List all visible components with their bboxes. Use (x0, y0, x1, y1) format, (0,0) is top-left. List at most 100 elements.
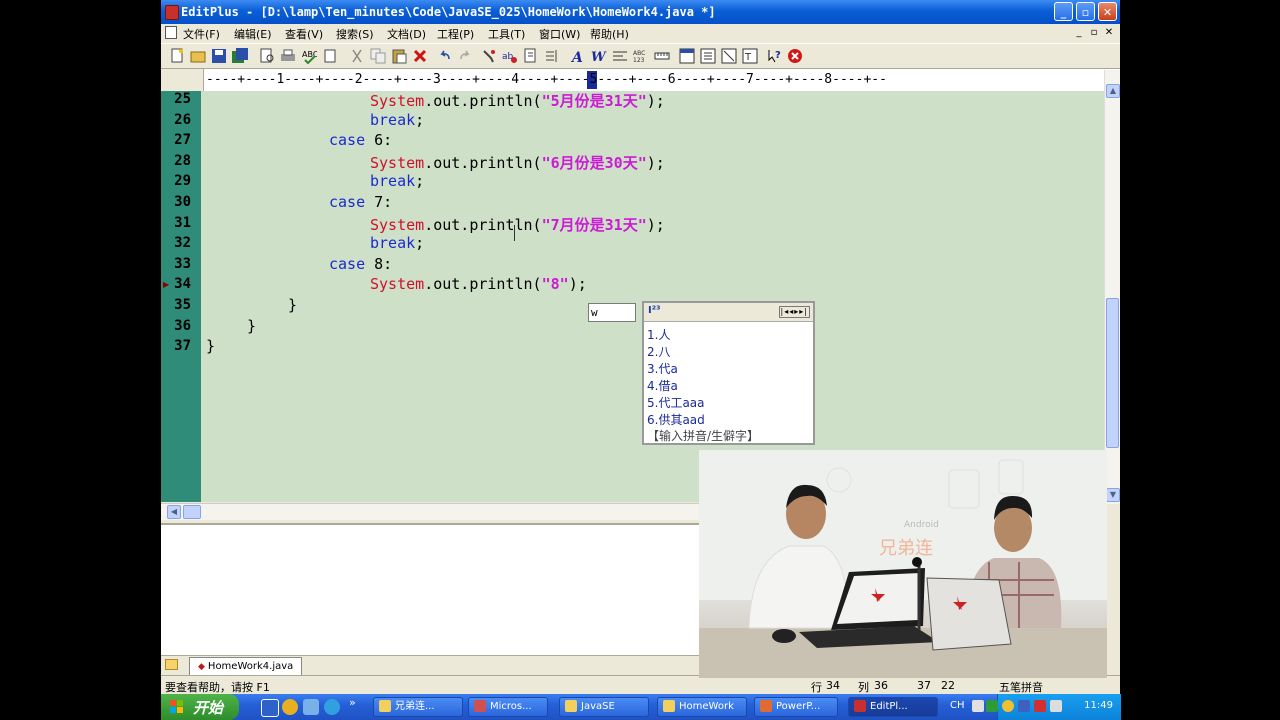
code-line[interactable]: break; (206, 234, 424, 252)
spellcheck-icon[interactable]: ABC (301, 48, 317, 64)
code-line[interactable]: } (206, 317, 256, 335)
print-icon[interactable] (280, 48, 296, 64)
paste-icon[interactable] (391, 48, 407, 64)
scroll-up-button[interactable]: ▲ (1106, 84, 1120, 98)
fullscreen-icon[interactable]: T (742, 48, 758, 64)
ie-icon[interactable] (261, 699, 279, 717)
code-line[interactable]: } (206, 337, 215, 355)
network-icon[interactable] (1018, 700, 1030, 712)
start-button[interactable]: 开始 (161, 694, 239, 720)
volume-icon[interactable] (1050, 700, 1062, 712)
context-help-icon[interactable]: ? (767, 48, 783, 64)
code-line[interactable]: System.out.println("5月份是31天"); (206, 91, 665, 111)
menu-project[interactable]: 工程(P) (437, 26, 474, 42)
vertical-scrollbar[interactable]: ▲ ▼ (1104, 70, 1120, 504)
menu-view[interactable]: 查看(V) (285, 26, 323, 42)
open-folder-icon[interactable] (190, 48, 206, 64)
ime-candidate[interactable]: 6.供其aad (647, 411, 705, 428)
title-bar[interactable]: EditPlus - [D:\lamp\Ten_minutes\Code\Jav… (161, 0, 1120, 24)
goto-line-icon[interactable] (544, 48, 560, 64)
code-line[interactable]: case 8: (206, 255, 392, 273)
taskbar-button-explorer[interactable]: 兄弟连... (373, 697, 463, 717)
code-line[interactable]: case 7: (206, 193, 392, 211)
ime-tray-icon[interactable] (972, 700, 984, 712)
horizontal-scroll-thumb[interactable] (183, 505, 201, 519)
menu-tools[interactable]: 工具(T) (488, 26, 525, 42)
quicklaunch-more-icon[interactable]: » (349, 696, 356, 709)
find-icon[interactable] (481, 48, 497, 64)
ime-candidate[interactable]: 2.八 (647, 343, 670, 360)
code-line[interactable]: break; (206, 172, 424, 190)
cut-icon[interactable] (349, 48, 365, 64)
chrome-icon[interactable] (282, 699, 298, 715)
horizontal-scrollbar[interactable]: ◀ (161, 503, 701, 520)
code-line[interactable]: System.out.println("6月份是30天"); (206, 152, 665, 173)
line-number-icon[interactable]: ABC 123 (633, 48, 649, 64)
cliptext-icon[interactable] (679, 48, 695, 64)
menu-window[interactable]: 窗口(W) (539, 26, 580, 42)
stop-icon[interactable] (787, 48, 803, 64)
scroll-left-button[interactable]: ◀ (167, 505, 181, 519)
redo-icon[interactable] (457, 48, 473, 64)
language-indicator[interactable]: CH (950, 700, 965, 711)
delete-icon[interactable] (412, 48, 428, 64)
ime-candidate[interactable]: 4.借a (647, 377, 678, 394)
maximize-button[interactable]: ▫ (1076, 2, 1095, 21)
word-wrap-icon[interactable]: W (591, 48, 607, 64)
ime-composition-input[interactable]: w (588, 303, 636, 322)
mdi-close-button[interactable]: ✕ (1103, 27, 1115, 39)
menu-file[interactable]: 文件(F) (183, 26, 220, 42)
font-icon[interactable]: A (570, 48, 586, 64)
code-editor[interactable]: 25 System.out.println("5月份是31天"); 26 break;… (161, 91, 1104, 502)
find-in-files-icon[interactable] (523, 48, 539, 64)
taskbar-button-homework[interactable]: HomeWork (657, 697, 747, 717)
replace-icon[interactable]: ab (502, 48, 518, 64)
output-window-icon[interactable] (721, 48, 737, 64)
ime-candidate[interactable]: 5.代工aaa (647, 394, 705, 411)
scroll-down-button[interactable]: ▼ (1106, 488, 1120, 502)
new-file-icon[interactable] (169, 48, 185, 64)
menu-document[interactable]: 文档(D) (387, 26, 426, 42)
ruler-icon[interactable] (654, 48, 670, 64)
antivirus-icon[interactable] (1034, 700, 1046, 712)
print-preview-icon[interactable] (259, 48, 275, 64)
taskbar-button-editplus[interactable]: EditPl... (848, 697, 938, 717)
clipboard-icon[interactable] (322, 48, 338, 64)
code-line[interactable]: break; (206, 111, 424, 129)
taskbar-button-word[interactable]: Micros... (468, 697, 548, 717)
security-shield-icon[interactable] (986, 700, 998, 712)
taskbar-button-javase[interactable]: JavaSE (559, 697, 649, 717)
close-button[interactable]: ✕ (1098, 2, 1117, 21)
directory-window-icon[interactable] (700, 48, 716, 64)
editplus-app-icon[interactable] (165, 5, 179, 20)
minimize-button[interactable]: _ (1054, 2, 1073, 21)
menu-edit[interactable]: 编辑(E) (234, 26, 272, 42)
menu-search[interactable]: 搜索(S) (336, 26, 374, 42)
folder-icon[interactable] (165, 659, 178, 670)
code-line[interactable]: System.out.println("8"); (206, 275, 587, 293)
qq-tray-icon[interactable] (1002, 700, 1014, 712)
menu-help[interactable]: 帮助(H) (590, 26, 629, 42)
output-pane[interactable] (161, 523, 701, 657)
save-all-icon[interactable] (232, 48, 248, 64)
code-line[interactable]: System.out.println("7月份是31天"); (206, 214, 665, 235)
copy-icon[interactable] (370, 48, 386, 64)
tab-homework4-java[interactable]: ◆ HomeWork4.java (189, 657, 303, 675)
clock[interactable]: 11:49 (1084, 700, 1113, 711)
qq-icon[interactable] (324, 699, 340, 715)
vertical-scroll-thumb[interactable] (1106, 298, 1119, 448)
ime-page-nav[interactable]: |◂◂▸▸| (778, 306, 810, 318)
ime-candidate-window[interactable]: I²³ |◂◂▸▸| 1.人 2.八 3.代a 4.借a 5.代工aaa 6.供… (642, 301, 815, 445)
column-icon[interactable] (612, 48, 628, 64)
ime-candidate[interactable]: 1.人 (647, 326, 670, 343)
mdi-restore-button[interactable]: ▫ (1088, 27, 1100, 39)
document-icon[interactable] (165, 26, 177, 39)
code-line[interactable]: case 6: (206, 131, 392, 149)
ime-candidate[interactable]: 3.代a (647, 360, 678, 377)
taskbar-button-powerpoint[interactable]: PowerP... (754, 697, 838, 717)
save-icon[interactable] (211, 48, 227, 64)
code-line[interactable]: } (206, 296, 297, 314)
undo-icon[interactable] (437, 48, 453, 64)
mdi-minimize-button[interactable]: _ (1073, 27, 1085, 39)
desktop-icon[interactable] (303, 699, 319, 715)
